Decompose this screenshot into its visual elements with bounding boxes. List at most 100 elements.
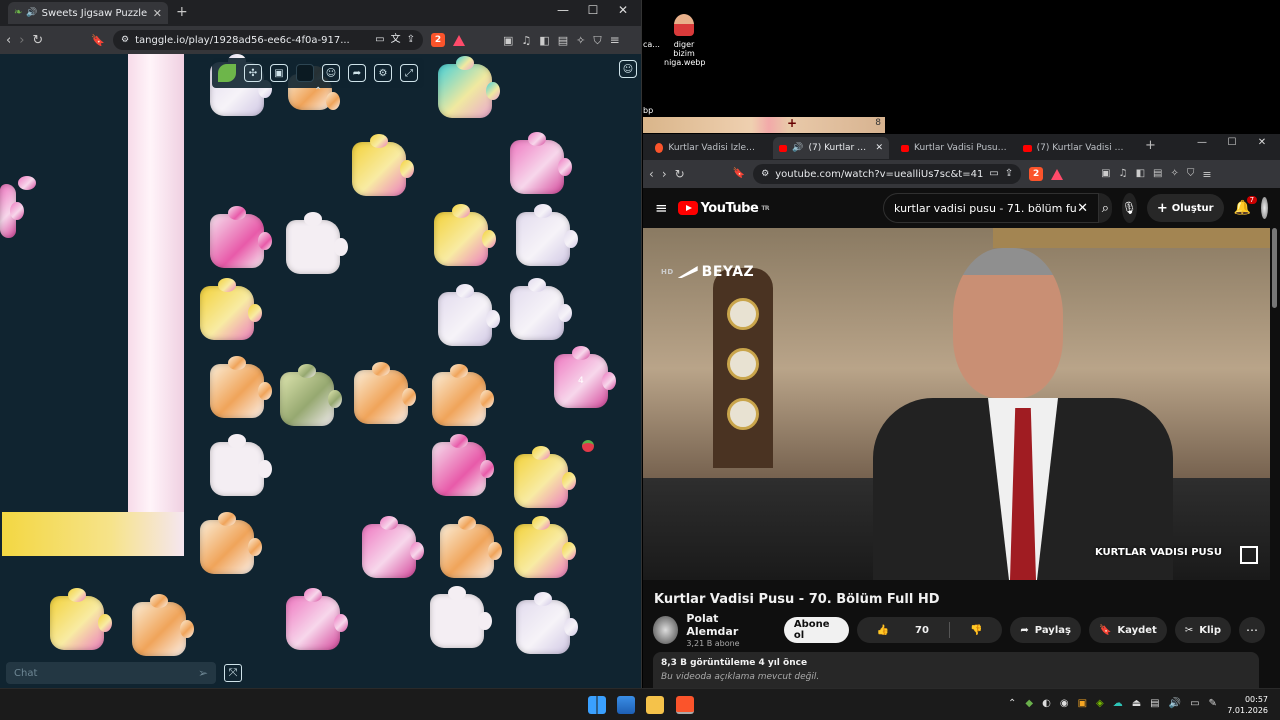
channel-avatar[interactable]: [653, 616, 679, 644]
puzzle-piece[interactable]: [438, 284, 500, 346]
fit-view-icon[interactable]: ⤢: [400, 64, 418, 82]
youtube-logo[interactable]: YouTube TR: [677, 201, 770, 216]
puzzle-piece[interactable]: [432, 434, 494, 496]
sidebar-toggle-icon[interactable]: ▣: [503, 35, 513, 46]
new-tab-button[interactable]: +: [176, 4, 188, 20]
background-color-button[interactable]: [296, 64, 314, 82]
maximize-button[interactable]: ☐: [578, 3, 608, 17]
puzzle-piece[interactable]: [438, 56, 500, 118]
puzzle-piece[interactable]: [210, 434, 272, 496]
tray-volume-icon[interactable]: 🔊: [1169, 698, 1181, 709]
puzzle-piece[interactable]: [0, 176, 36, 238]
puzzle-piece[interactable]: [210, 356, 272, 418]
bookmark-icon[interactable]: 🔖: [91, 35, 105, 46]
tray-app-icon[interactable]: ◆: [1025, 698, 1033, 709]
desktop-file-icon[interactable]: diger bizim niga.webp: [664, 14, 705, 67]
puzzle-piece[interactable]: [286, 588, 348, 650]
dislike-button[interactable]: 👎: [950, 617, 1002, 643]
back-icon[interactable]: ‹: [649, 168, 654, 180]
tray-cloud-icon[interactable]: ☁: [1113, 698, 1123, 709]
tab-kurtlar-izleme[interactable]: Kurtlar Vadisi İzleme Sıra: [649, 137, 769, 159]
puzzle-piece[interactable]: [432, 364, 494, 426]
tray-nvidia-icon[interactable]: ◈: [1096, 698, 1104, 709]
brave-shields-icon[interactable]: 2: [431, 33, 446, 47]
minimize-button[interactable]: —: [1187, 137, 1217, 148]
cast-icon[interactable]: ▭: [989, 169, 998, 179]
wallet-icon[interactable]: ▤: [558, 35, 568, 46]
brave-shields-icon[interactable]: 2: [1029, 167, 1044, 181]
split-view-icon[interactable]: ◧: [539, 35, 549, 46]
tab-kurtlar-pusu-71[interactable]: Kurtlar Vadisi Pusu - 71. B: [895, 137, 1013, 159]
hamburger-menu-icon[interactable]: ≡: [655, 199, 668, 217]
tray-battery-icon[interactable]: ▭: [1190, 698, 1199, 709]
create-button[interactable]: + Oluştur: [1146, 194, 1224, 222]
brave-rewards-icon[interactable]: [453, 34, 466, 46]
wallet-icon[interactable]: ▤: [1153, 169, 1162, 179]
puzzle-piece[interactable]: [286, 212, 348, 274]
channel-branding-icon[interactable]: [1240, 546, 1258, 564]
tab-sweets-jigsaw[interactable]: ❧ 🔊 Sweets Jigsaw Puzzle ✕: [8, 2, 168, 24]
save-button[interactable]: 🔖 Kaydet: [1088, 617, 1167, 643]
split-view-icon[interactable]: ◧: [1136, 169, 1145, 179]
file-explorer-icon[interactable]: [646, 696, 664, 714]
puzzle-piece[interactable]: [210, 206, 272, 268]
start-menu-icon[interactable]: [588, 696, 606, 714]
puzzle-piece[interactable]: [430, 586, 492, 648]
puzzle-piece[interactable]: [354, 362, 416, 424]
like-button[interactable]: 👍 70: [857, 617, 949, 643]
microphone-icon[interactable]: 🎙: [1121, 193, 1137, 223]
assembled-edge-strip[interactable]: [128, 54, 184, 556]
description-box[interactable]: 8,3 B görüntüleme 4 yıl önce Bu videoda …: [653, 652, 1259, 688]
more-actions-icon[interactable]: ⋯: [1239, 617, 1265, 643]
music-icon[interactable]: ♫: [521, 35, 531, 46]
video-player[interactable]: HD BEYAZ KURTLAR VADISI PUSU: [643, 228, 1270, 580]
chevron-up-icon[interactable]: ⌃: [314, 86, 322, 97]
reload-icon[interactable]: ↻: [675, 168, 685, 180]
send-icon[interactable]: ➢: [198, 666, 208, 680]
music-icon[interactable]: ♫: [1119, 169, 1128, 179]
close-tab-icon[interactable]: ✕: [153, 7, 162, 20]
minimize-button[interactable]: —: [548, 3, 578, 17]
left-url-bar[interactable]: ⚙ tanggle.io/play/1928ad56-ee6c-4f0a-917…: [113, 30, 424, 50]
back-icon[interactable]: ‹: [6, 34, 11, 47]
brave-rewards-icon[interactable]: [1051, 168, 1064, 180]
new-tab-button[interactable]: +: [1145, 138, 1156, 153]
online-users-icon[interactable]: ☺: [619, 60, 637, 78]
puzzle-piece[interactable]: [362, 516, 424, 578]
puzzle-piece[interactable]: [352, 134, 414, 196]
puzzle-piece[interactable]: [514, 516, 576, 578]
share-icon[interactable]: ⇪: [1005, 169, 1013, 179]
user-avatar[interactable]: [1261, 197, 1268, 219]
share-puzzle-icon[interactable]: ➦: [348, 64, 366, 82]
puzzle-pieces-icon[interactable]: ✣: [244, 64, 262, 82]
leo-ai-icon[interactable]: ✧: [1170, 169, 1178, 179]
clip-button[interactable]: ✂ Klip: [1174, 617, 1231, 643]
tray-steam-icon[interactable]: ◐: [1042, 698, 1051, 709]
puzzle-piece-selected[interactable]: 4: [554, 346, 616, 408]
site-settings-icon[interactable]: ⚙: [761, 169, 769, 179]
forward-icon[interactable]: ›: [662, 168, 667, 180]
leo-ai-icon[interactable]: ✧: [576, 35, 585, 46]
forward-icon[interactable]: ›: [19, 34, 24, 47]
share-icon[interactable]: ⇪: [407, 35, 415, 45]
puzzle-piece[interactable]: [510, 132, 572, 194]
tray-usb-icon[interactable]: ⏏: [1132, 698, 1141, 709]
subscribe-button[interactable]: Abone ol: [783, 617, 849, 643]
system-clock[interactable]: 00:57 7.01.2026: [1227, 694, 1268, 716]
menu-icon[interactable]: ≡: [610, 34, 620, 46]
share-button[interactable]: ➦ Paylaş: [1010, 617, 1081, 643]
puzzle-piece[interactable]: [440, 516, 502, 578]
puzzle-piece[interactable]: [200, 512, 262, 574]
tray-chevron-icon[interactable]: ⌃: [1008, 698, 1016, 709]
settings-icon[interactable]: ⚙: [374, 64, 392, 82]
strawberry-piece-icon[interactable]: [582, 440, 594, 452]
puzzle-piece[interactable]: [50, 588, 112, 650]
players-icon[interactable]: ☺: [322, 64, 340, 82]
preview-image-icon[interactable]: ▣: [270, 64, 288, 82]
vpn-icon[interactable]: ⛉: [593, 35, 601, 46]
puzzle-piece[interactable]: [510, 278, 572, 340]
puzzle-piece[interactable]: [516, 204, 578, 266]
tray-discord-icon[interactable]: ◉: [1060, 698, 1069, 709]
fullscreen-icon[interactable]: ⤧: [224, 664, 242, 682]
close-window-button[interactable]: ✕: [1247, 137, 1277, 148]
